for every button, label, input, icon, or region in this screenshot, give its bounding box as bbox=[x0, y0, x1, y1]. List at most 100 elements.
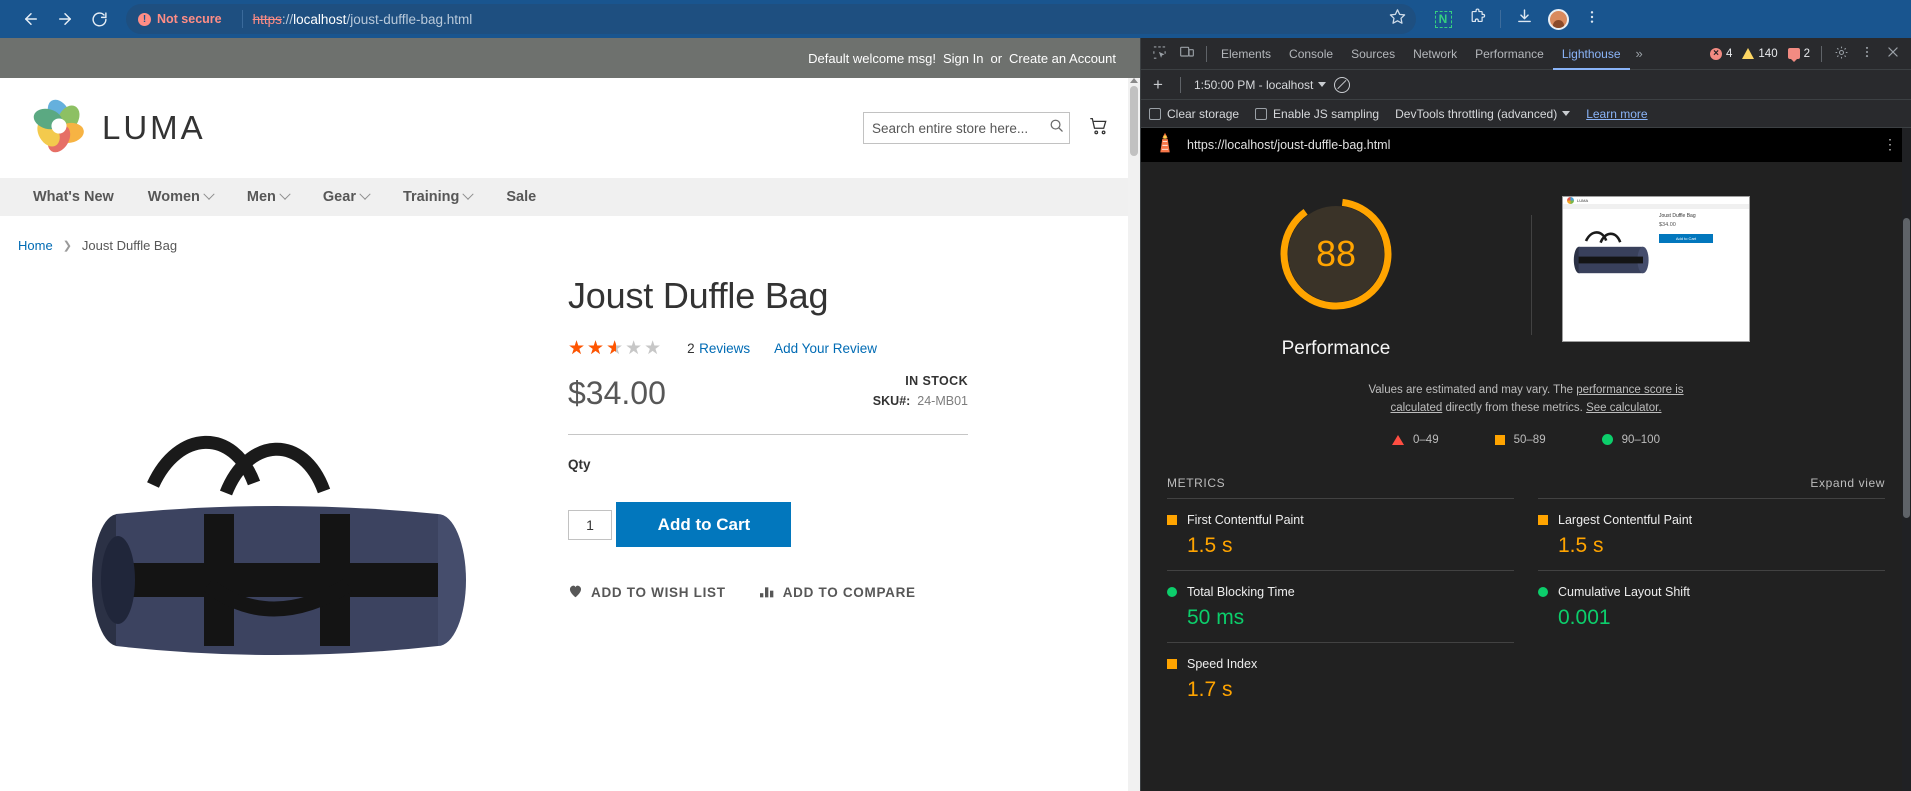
url-path: /joust-duffle-bag.html bbox=[346, 11, 473, 27]
metric-label: Speed Index bbox=[1187, 656, 1258, 671]
enable-js-sampling-label: Enable JS sampling bbox=[1273, 106, 1380, 121]
more-tabs-button[interactable]: » bbox=[1630, 46, 1649, 61]
store-header: LUMA bbox=[0, 78, 1140, 178]
metric-largest-contentful-paint[interactable]: Largest Contentful Paint 1.5 s bbox=[1538, 497, 1885, 570]
performance-gauge[interactable]: 88 Performance bbox=[1141, 190, 1531, 360]
tab-network[interactable]: Network bbox=[1404, 38, 1466, 70]
back-button[interactable] bbox=[14, 4, 48, 34]
nav-item-training[interactable]: Training bbox=[386, 178, 489, 216]
checkbox-icon bbox=[1149, 107, 1161, 120]
nav-item-sale[interactable]: Sale bbox=[489, 178, 553, 216]
tab-elements[interactable]: Elements bbox=[1212, 38, 1280, 70]
breadcrumb-home[interactable]: Home bbox=[18, 238, 53, 253]
lighthouse-settings-bar: Clear storage Enable JS sampling DevTool… bbox=[1141, 100, 1911, 128]
clear-report-button[interactable] bbox=[1334, 76, 1351, 93]
lighthouse-toolbar: + 1:50:00 PM - localhost bbox=[1141, 70, 1911, 100]
forward-button[interactable] bbox=[48, 4, 82, 34]
tab-console[interactable]: Console bbox=[1280, 38, 1342, 70]
metric-label: Total Blocking Time bbox=[1187, 584, 1295, 599]
sign-in-link[interactable]: Sign In bbox=[943, 51, 983, 66]
bookmark-button[interactable] bbox=[1389, 8, 1406, 30]
metric-speed-index[interactable]: Speed Index 1.7 s bbox=[1167, 641, 1514, 714]
thumbnail-product-image bbox=[1567, 213, 1655, 291]
devtools-settings-button[interactable] bbox=[1829, 42, 1853, 66]
duffle-bag-image bbox=[92, 435, 466, 655]
error-badge[interactable]: × 4 bbox=[1706, 47, 1736, 60]
create-account-link[interactable]: Create an Account bbox=[1009, 51, 1116, 66]
add-to-compare-button[interactable]: ADD TO COMPARE bbox=[759, 585, 916, 601]
clear-storage-checkbox[interactable]: Clear storage bbox=[1149, 107, 1239, 121]
legend-range: 0–49 bbox=[1413, 433, 1439, 446]
report-run-selector[interactable]: 1:50:00 PM - localhost bbox=[1194, 78, 1327, 92]
score-legend: 0–49 50–89 90–100 bbox=[1141, 434, 1911, 446]
devtools-menu-button[interactable] bbox=[1855, 42, 1879, 66]
store-search[interactable] bbox=[863, 112, 1070, 144]
clear-storage-label: Clear storage bbox=[1167, 106, 1240, 121]
report-url: https://localhost/joust-duffle-bag.html bbox=[1187, 137, 1391, 152]
add-review-link[interactable]: Add Your Review bbox=[774, 341, 877, 356]
search-input[interactable] bbox=[872, 120, 1049, 136]
quantity-stepper[interactable] bbox=[568, 509, 612, 540]
qty-label: Qty bbox=[568, 457, 591, 472]
page-scrollbar-thumb[interactable] bbox=[1130, 86, 1138, 156]
metric-first-contentful-paint[interactable]: First Contentful Paint 1.5 s bbox=[1167, 497, 1514, 570]
add-to-cart-button[interactable]: Add to Cart bbox=[616, 502, 792, 547]
metric-cumulative-layout-shift[interactable]: Cumulative Layout Shift 0.001 bbox=[1538, 569, 1885, 642]
extensions-button[interactable] bbox=[1462, 4, 1492, 34]
warning-badge[interactable]: 140 bbox=[1738, 48, 1781, 60]
cart-button[interactable] bbox=[1088, 115, 1110, 142]
reviews-link-group[interactable]: 2 Reviews bbox=[687, 340, 750, 358]
inspect-element-button[interactable] bbox=[1145, 40, 1173, 68]
chrome-menu-button[interactable] bbox=[1577, 4, 1607, 34]
see-calculator-link[interactable]: See calculator. bbox=[1586, 402, 1661, 414]
extension-badge-button[interactable]: N bbox=[1428, 4, 1458, 34]
metrics-grid: First Contentful Paint 1.5 s Largest Con… bbox=[1167, 497, 1885, 714]
expand-view-button[interactable]: Expand view bbox=[1810, 476, 1885, 490]
learn-more-link[interactable]: Learn more bbox=[1586, 107, 1647, 121]
welcome-message: Default welcome msg! bbox=[808, 50, 936, 66]
metric-total-blocking-time[interactable]: Total Blocking Time 50 ms bbox=[1167, 569, 1514, 642]
tab-lighthouse[interactable]: Lighthouse bbox=[1553, 38, 1630, 70]
security-indicator[interactable]: ! Not secure bbox=[132, 9, 232, 29]
address-bar[interactable]: ! Not secure https://localhost/joust-duf… bbox=[126, 4, 1416, 34]
reload-button[interactable] bbox=[82, 4, 116, 34]
new-report-button[interactable]: + bbox=[1149, 76, 1167, 93]
scroll-up-arrow-icon[interactable] bbox=[1130, 78, 1138, 83]
chevron-down-icon bbox=[462, 188, 475, 200]
add-to-wish-list-button[interactable]: ADD TO WISH LIST bbox=[568, 584, 726, 601]
nav-item-men[interactable]: Men bbox=[230, 178, 306, 216]
tab-sources[interactable]: Sources bbox=[1342, 38, 1404, 70]
issue-icon bbox=[1787, 48, 1800, 62]
violation-badge[interactable]: 2 bbox=[1784, 48, 1814, 62]
product-image[interactable] bbox=[18, 265, 538, 765]
devtools-status-area: × 4 140 2 bbox=[1706, 42, 1911, 66]
product-links: ADD TO WISH LIST ADD TO COMPARE bbox=[568, 584, 968, 601]
toolbar-divider bbox=[1179, 76, 1181, 93]
downloads-button[interactable] bbox=[1509, 4, 1539, 34]
thumbnail-add-to-cart: Add to Cart bbox=[1659, 234, 1713, 243]
toolbar-divider bbox=[1500, 10, 1501, 28]
nav-item-gear[interactable]: Gear bbox=[306, 178, 386, 216]
device-toolbar-button[interactable] bbox=[1173, 40, 1201, 68]
reviews-link[interactable]: Reviews bbox=[699, 341, 750, 356]
throttling-selector[interactable]: DevTools throttling (advanced) bbox=[1395, 107, 1571, 121]
star-rating[interactable]: ★★★★★ ★★★★★ bbox=[568, 339, 663, 358]
devtools-scrollbar[interactable] bbox=[1902, 128, 1911, 791]
luma-logo[interactable]: LUMA bbox=[30, 97, 206, 160]
search-icon[interactable] bbox=[1049, 118, 1064, 138]
metric-label: Largest Contentful Paint bbox=[1558, 512, 1693, 527]
profile-button[interactable] bbox=[1543, 4, 1573, 34]
page-scrollbar[interactable] bbox=[1128, 78, 1140, 791]
devtools-close-button[interactable] bbox=[1881, 42, 1905, 66]
devtools-scrollbar-thumb[interactable] bbox=[1903, 218, 1910, 518]
nav-item-women[interactable]: Women bbox=[131, 178, 230, 216]
report-menu-button[interactable]: ⋮ bbox=[1883, 136, 1897, 153]
nav-item-whats-new[interactable]: What's New bbox=[16, 178, 131, 216]
enable-js-sampling-checkbox[interactable]: Enable JS sampling bbox=[1255, 107, 1379, 121]
circle-icon bbox=[1538, 586, 1548, 597]
chevron-down-icon bbox=[359, 188, 371, 200]
status-divider bbox=[1821, 45, 1822, 62]
store-nav: What's New Women Men Gear Training Sale bbox=[0, 178, 1140, 216]
tab-performance[interactable]: Performance bbox=[1466, 38, 1553, 70]
nav-label: Training bbox=[402, 189, 460, 205]
